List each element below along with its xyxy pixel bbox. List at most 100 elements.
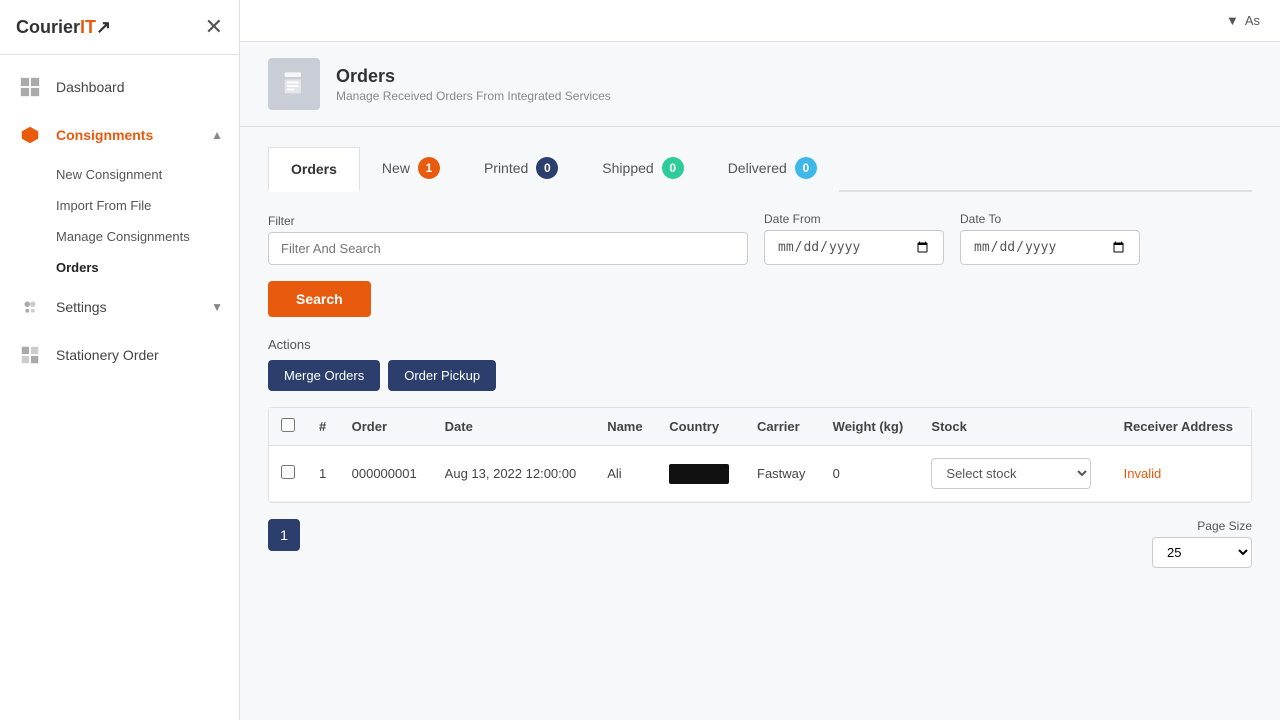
merge-orders-button[interactable]: Merge Orders (268, 360, 380, 391)
sidebar-item-dashboard[interactable]: Dashboard (0, 63, 239, 111)
content-area: Orders New 1 Printed 0 Shipped 0 Deliver… (240, 127, 1280, 720)
page-size-select[interactable]: 25 50 100 (1152, 537, 1252, 568)
stock-select[interactable]: Select stock (931, 458, 1091, 489)
tab-printed-badge: 0 (536, 157, 558, 179)
table-col-order: Order (340, 408, 433, 446)
table-col-date: Date (433, 408, 596, 446)
tab-orders-label: Orders (291, 161, 337, 177)
row-name: Ali (595, 446, 657, 502)
topbar-user: ▼ As (1226, 13, 1260, 28)
search-button[interactable]: Search (268, 281, 371, 317)
tab-delivered-label: Delivered (728, 160, 787, 176)
table-header-checkbox (269, 408, 307, 446)
filter-group-main: Filter (268, 214, 748, 265)
sidebar-item-orders[interactable]: Orders (56, 252, 239, 283)
table-col-weight: Weight (kg) (821, 408, 920, 446)
chevron-down-icon: ▼ (211, 300, 223, 314)
page-size-group: Page Size 25 50 100 (1152, 519, 1252, 568)
table-col-name: Name (595, 408, 657, 446)
user-initials: As (1245, 13, 1260, 28)
tab-shipped-badge: 0 (662, 157, 684, 179)
table-col-stock: Stock (919, 408, 1111, 446)
orders-table-container: # Order Date Name Country Carrier Weight… (268, 407, 1252, 503)
date-to-label: Date To (960, 212, 1140, 226)
orders-page-icon (268, 58, 320, 110)
tab-new-label: New (382, 160, 410, 176)
row-checkbox[interactable] (281, 465, 295, 479)
tab-orders[interactable]: Orders (268, 147, 360, 192)
tab-printed-label: Printed (484, 160, 528, 176)
table-col-receiver: Receiver Address (1112, 408, 1251, 446)
app-logo: CourierIT↗ (16, 17, 111, 38)
table-col-num: # (307, 408, 340, 446)
stationery-icon (16, 341, 44, 369)
date-from-input[interactable] (764, 230, 944, 265)
tab-printed[interactable]: Printed 0 (462, 147, 580, 192)
main-content: ▼ As Orders Manage Received Orders From … (240, 0, 1280, 720)
row-stock-cell: Select stock (919, 446, 1111, 502)
logo-suffix: IT (80, 17, 96, 37)
sidebar-item-new-consignment[interactable]: New Consignment (56, 159, 239, 190)
orders-table: # Order Date Name Country Carrier Weight… (269, 408, 1251, 502)
tab-delivered[interactable]: Delivered 0 (706, 147, 839, 192)
filter-group-date-from: Date From (764, 212, 944, 265)
actions-section: Actions Merge Orders Order Pickup (268, 337, 1252, 391)
order-pickup-button[interactable]: Order Pickup (388, 360, 496, 391)
sidebar-item-consignments[interactable]: Consignments ▲ (0, 111, 239, 159)
date-from-label: Date From (764, 212, 944, 226)
sidebar-item-consignments-label: Consignments (56, 127, 199, 143)
page-header: Orders Manage Received Orders From Integ… (240, 42, 1280, 127)
pagination-area: 1 Page Size 25 50 100 (268, 519, 1252, 568)
page-subtitle: Manage Received Orders From Integrated S… (336, 89, 611, 103)
close-icon[interactable]: ✕ (205, 14, 223, 40)
row-receiver-address: Invalid (1112, 446, 1251, 502)
sidebar-item-settings-label: Settings (56, 299, 199, 315)
row-order: 000000001 (340, 446, 433, 502)
consignments-icon (16, 121, 44, 149)
actions-label: Actions (268, 337, 1252, 352)
order-tabs: Orders New 1 Printed 0 Shipped 0 Deliver… (268, 147, 1252, 192)
filter-label: Filter (268, 214, 748, 228)
row-num: 1 (307, 446, 340, 502)
tab-new-badge: 1 (418, 157, 440, 179)
row-weight: 0 (821, 446, 920, 502)
page-title: Orders (336, 66, 611, 87)
date-to-input[interactable] (960, 230, 1140, 265)
settings-icon (16, 293, 44, 321)
sidebar-logo: CourierIT↗ ✕ (0, 0, 239, 55)
row-country (657, 446, 745, 502)
page-1-button[interactable]: 1 (268, 519, 300, 551)
filter-section: Filter Date From Date To Search (268, 212, 1252, 317)
table-header-row: # Order Date Name Country Carrier Weight… (269, 408, 1251, 446)
tab-delivered-badge: 0 (795, 157, 817, 179)
country-flag (669, 464, 729, 484)
chevron-down-icon: ▼ (1226, 13, 1239, 28)
table-col-country: Country (657, 408, 745, 446)
page-size-label: Page Size (1197, 519, 1252, 533)
sidebar-nav: Dashboard Consignments ▲ New Consignment… (0, 55, 239, 720)
tab-shipped-label: Shipped (602, 160, 653, 176)
select-all-checkbox[interactable] (281, 418, 295, 432)
dashboard-icon (16, 73, 44, 101)
sidebar-item-import-from-file[interactable]: Import From File (56, 190, 239, 221)
topbar: ▼ As (240, 0, 1280, 42)
sidebar: CourierIT↗ ✕ Dashboard Consignments ▲ Ne… (0, 0, 240, 720)
row-carrier: Fastway (745, 446, 821, 502)
row-date: Aug 13, 2022 12:00:00 (433, 446, 596, 502)
sidebar-item-stationery[interactable]: Stationery Order (0, 331, 239, 379)
filter-input[interactable] (268, 232, 748, 265)
page-header-text: Orders Manage Received Orders From Integ… (336, 66, 611, 103)
table-col-carrier: Carrier (745, 408, 821, 446)
table-row: 1 000000001 Aug 13, 2022 12:00:00 Ali Fa… (269, 446, 1251, 502)
row-checkbox-cell (269, 446, 307, 502)
sidebar-item-manage-consignments[interactable]: Manage Consignments (56, 221, 239, 252)
sidebar-item-settings[interactable]: Settings ▼ (0, 283, 239, 331)
sidebar-item-dashboard-label: Dashboard (56, 79, 223, 95)
chevron-up-icon: ▲ (211, 128, 223, 142)
actions-buttons: Merge Orders Order Pickup (268, 360, 1252, 391)
sidebar-item-stationery-label: Stationery Order (56, 347, 223, 363)
tab-shipped[interactable]: Shipped 0 (580, 147, 705, 192)
filter-group-date-to: Date To (960, 212, 1140, 265)
consignments-submenu: New Consignment Import From File Manage … (0, 159, 239, 283)
tab-new[interactable]: New 1 (360, 147, 462, 192)
